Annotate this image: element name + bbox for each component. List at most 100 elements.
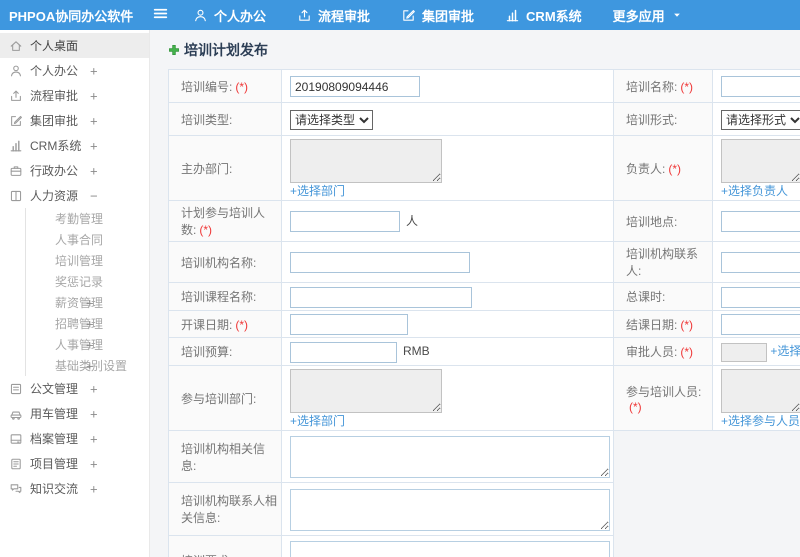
text-input[interactable] [290, 76, 420, 97]
sidebar-subitem-1[interactable]: 考勤管理 [26, 208, 149, 229]
large-textarea[interactable] [290, 541, 610, 557]
field-label: 负责人: [626, 161, 666, 176]
field-cell [281, 482, 614, 536]
sidebar-subitem-8[interactable]: 基础类别设置 + [26, 355, 149, 376]
form-row: 培训类型: 请选择类型 培训形式: 请选择形式 [168, 102, 800, 136]
expand-toggle-icon[interactable]: + [90, 139, 98, 152]
hamburger-icon [152, 5, 169, 25]
field-cell: +选择审批人员 [712, 337, 800, 366]
training-plan-form: 培训编号:(*)培训名称:(*)培训类型:请选择类型培训形式:请选择形式主办部门… [168, 69, 800, 557]
field-label-cell: 培训形式: [613, 102, 713, 136]
text-input[interactable] [290, 211, 400, 232]
sidebar-item-label: 行政办公 [30, 164, 79, 178]
select-dropdown[interactable]: 请选择形式 [721, 109, 800, 130]
expand-toggle-icon[interactable]: + [90, 457, 98, 470]
field-cell: 请选择形式 [712, 102, 800, 136]
expand-toggle-icon[interactable]: + [90, 114, 98, 127]
sidebar-subitem-5[interactable]: 薪资管理 + [26, 292, 149, 313]
picker-link[interactable]: +选择部门 [290, 414, 345, 428]
sidebar-item-label: 流程审批 [30, 89, 79, 103]
field-label: 总课时: [626, 290, 666, 304]
picker-link[interactable]: +选择负责人 [721, 184, 788, 198]
nav-item-5[interactable]: 更多应用 [613, 6, 683, 25]
field-label: 培训名称: [626, 79, 678, 94]
nav-item-2[interactable]: 流程审批 [297, 6, 370, 25]
field-label-cell: 主办部门: [168, 135, 282, 201]
sidebar-item-8[interactable]: 公文管理 + [0, 376, 149, 401]
field-cell: 人 [281, 200, 614, 242]
nav-item-label: 流程审批 [318, 8, 371, 24]
sidebar-item-2[interactable]: 个人办公 + [0, 58, 149, 83]
form-row: 培训编号:(*)培训名称:(*) [168, 69, 800, 103]
sidebar-subitem-6[interactable]: 招聘管理 + [26, 313, 149, 334]
app-logo[interactable]: PHPOA协同办公软件 [0, 6, 142, 25]
field-cell [712, 69, 800, 103]
expand-toggle-icon[interactable]: + [86, 359, 94, 372]
readonly-picker-textarea[interactable] [290, 139, 442, 183]
expand-toggle-icon[interactable]: + [90, 382, 98, 395]
picker-link[interactable]: +选择参与人员 [721, 414, 800, 428]
text-input[interactable] [290, 341, 397, 363]
text-input[interactable] [290, 252, 470, 273]
large-textarea[interactable] [290, 436, 610, 478]
text-input[interactable] [721, 76, 800, 97]
sidebar-subitem-4[interactable]: 奖惩记录 [26, 271, 149, 292]
readonly-picker-textarea[interactable] [290, 369, 442, 413]
nav-item-1[interactable]: 个人办公 [193, 6, 266, 25]
nav-item-3[interactable]: 集团审批 [401, 6, 474, 25]
expand-toggle-icon[interactable]: + [90, 432, 98, 445]
readonly-picker-textarea[interactable] [721, 139, 800, 183]
large-textarea[interactable] [290, 488, 610, 531]
expand-toggle-icon[interactable]: − [90, 189, 98, 202]
text-input[interactable] [290, 314, 408, 335]
text-input[interactable] [721, 286, 800, 308]
form-row: 计划参与培训人数: (*) 人 培训地点: [168, 200, 800, 242]
text-input[interactable] [721, 252, 800, 273]
unit-label: 人 [406, 213, 419, 228]
field-label-cell: 培训机构名称: [168, 241, 282, 283]
text-input[interactable] [290, 286, 472, 308]
picker-link[interactable]: +选择审批人员 [770, 344, 800, 358]
select-dropdown[interactable]: 请选择类型 [290, 109, 373, 130]
sidebar-item-4[interactable]: 集团审批 + [0, 108, 149, 133]
form-row: 培训预算: RMB 审批人员:(*) +选择审批人员 [168, 337, 800, 366]
hamburger-icon-button[interactable] [152, 5, 169, 25]
text-input[interactable] [721, 211, 800, 232]
nav-item-label: 个人办公 [214, 8, 267, 24]
sidebar-item-11[interactable]: 项目管理 + [0, 451, 149, 476]
field-label: 结课日期: [626, 317, 678, 332]
sidebar-item-12[interactable]: 知识交流 + [0, 476, 149, 501]
required-mark: (*) [629, 399, 642, 414]
field-label-cell: 培训名称: (*) [613, 69, 713, 103]
sidebar-item-5[interactable]: CRM系统 + [0, 133, 149, 158]
field-label: 参与培训人员: [626, 384, 702, 399]
sidebar-subitem-label: 考勤管理 [55, 212, 104, 226]
expand-toggle-icon[interactable]: + [90, 482, 98, 495]
sidebar-subitem-2[interactable]: 人事合同 [26, 229, 149, 250]
readonly-picker-textarea[interactable] [721, 369, 800, 413]
expand-toggle-icon[interactable]: + [90, 164, 98, 177]
sidebar-item-1[interactable]: 个人桌面 [0, 33, 149, 58]
nav-item-4[interactable]: CRM系统 [505, 6, 582, 25]
field-label-cell: 结课日期: (*) [613, 310, 713, 338]
sidebar-item-9[interactable]: 用车管理 + [0, 401, 149, 426]
text-input[interactable] [721, 314, 800, 335]
sidebar-item-3[interactable]: 流程审批 + [0, 83, 149, 108]
top-nav: 个人办公 流程审批 集团审批 CRM系统 更多应用 [193, 6, 683, 25]
expand-toggle-icon[interactable]: + [86, 338, 94, 351]
sidebar-item-6[interactable]: 行政办公 + [0, 158, 149, 183]
readonly-picker-input[interactable] [721, 342, 767, 362]
field-label-cell: 审批人员: (*) [613, 337, 713, 366]
expand-toggle-icon[interactable]: + [86, 296, 94, 309]
sidebar-item-10[interactable]: 档案管理 + [0, 426, 149, 451]
expand-toggle-icon[interactable]: + [90, 64, 98, 77]
expand-toggle-icon[interactable]: + [90, 89, 98, 102]
expand-toggle-icon[interactable]: + [90, 407, 98, 420]
sidebar-subitem-7[interactable]: 人事管理 + [26, 334, 149, 355]
chart-icon [505, 8, 520, 23]
required-mark: (*) [680, 79, 694, 94]
picker-link[interactable]: +选择部门 [290, 184, 345, 198]
expand-toggle-icon[interactable]: + [86, 317, 94, 330]
sidebar-item-7[interactable]: 人力资源 − [0, 183, 149, 208]
sidebar-subitem-3[interactable]: 培训管理 [26, 250, 149, 271]
